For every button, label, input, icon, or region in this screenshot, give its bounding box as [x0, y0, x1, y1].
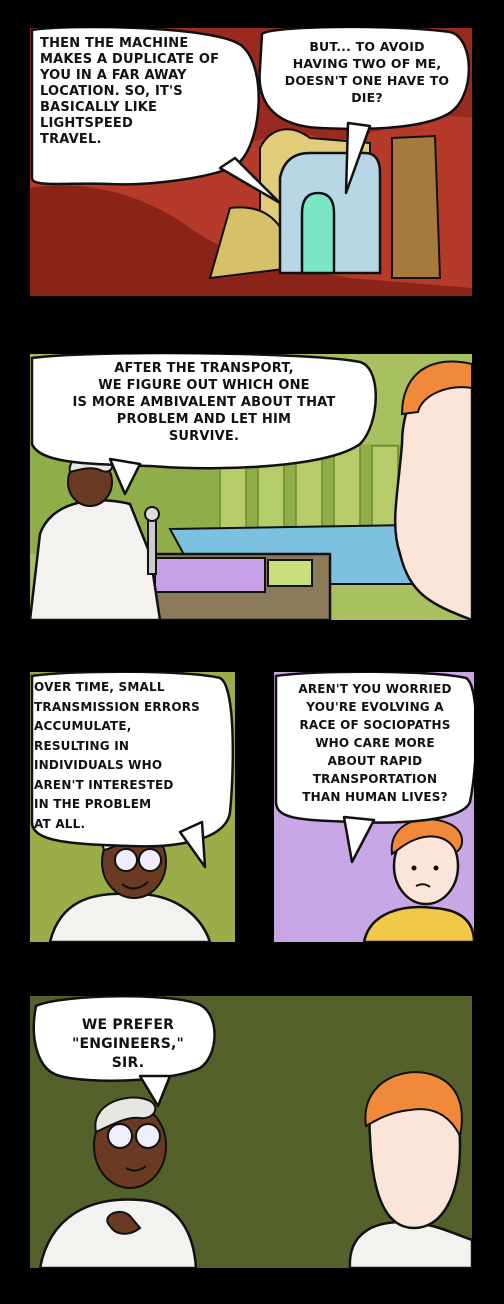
speech-bubble-1: THEN THE MACHINE MAKES A DUPLICATE OF YO… [40, 36, 220, 147]
speech-bubble-3: AFTER THE TRANSPORT, WE FIGURE OUT WHICH… [72, 361, 336, 444]
speech-bubble-2: BUT... TO AVOID HAVING TWO OF ME, DOESN'… [284, 39, 450, 105]
speech-bubble-6: WE PREFER "ENGINEERS," SIR. [72, 1017, 184, 1071]
speech-bubble-5: AREN'T YOU WORRIED YOU'RE EVOLVING A RAC… [298, 682, 452, 804]
panel-2: AFTER THE TRANSPORT, WE FIGURE OUT WHICH… [30, 354, 472, 620]
panel-5: WE PREFER "ENGINEERS," SIR. [30, 996, 472, 1268]
panel-4: AREN'T YOU WORRIED YOU'RE EVOLVING A RAC… [274, 672, 474, 942]
panel-1: THEN THE MACHINE MAKES A DUPLICATE OF YO… [30, 28, 472, 296]
panel-3: OVER TIME, SMALL TRANSMISSION ERRORS ACC… [30, 672, 235, 942]
speech-bubble-4: OVER TIME, SMALL TRANSMISSION ERRORS ACC… [34, 680, 200, 831]
